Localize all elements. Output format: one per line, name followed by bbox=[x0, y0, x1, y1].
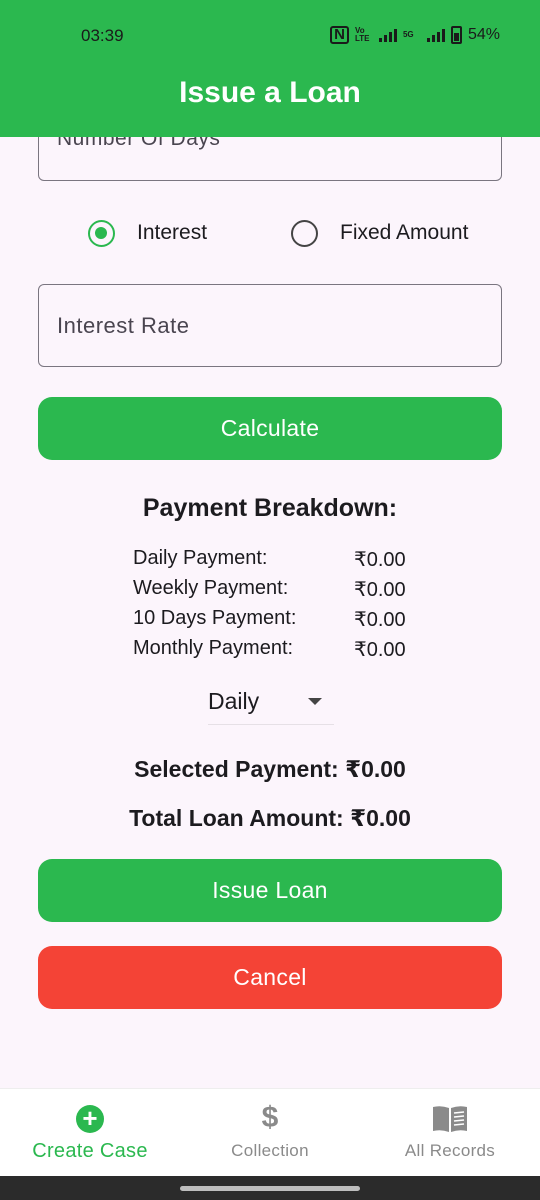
home-indicator[interactable] bbox=[180, 1186, 360, 1191]
nav-label: Create Case bbox=[32, 1140, 148, 1162]
fixed-amount-option[interactable]: Fixed Amount bbox=[291, 217, 468, 249]
battery-percent: 54% bbox=[467, 26, 500, 43]
signal-icon-2 bbox=[426, 28, 445, 42]
nav-all-records[interactable]: All Records bbox=[360, 1089, 540, 1177]
interest-radio[interactable] bbox=[88, 219, 115, 247]
breakdown-row-10days: 10 Days Payment: ₹0.00 bbox=[133, 607, 413, 635]
signal-icon bbox=[378, 28, 397, 42]
interest-option-label: Interest bbox=[137, 221, 208, 244]
payment-breakdown-title: Payment Breakdown: bbox=[142, 494, 398, 522]
bottom-navigation: + Create Case $ Collection All Records bbox=[0, 1088, 540, 1176]
nav-collection[interactable]: $ Collection bbox=[180, 1089, 360, 1177]
chevron-down-icon bbox=[308, 698, 322, 705]
calculate-button[interactable]: Calculate bbox=[38, 397, 502, 460]
volte-icon: Vo LTE bbox=[354, 26, 370, 43]
interest-rate-field[interactable]: Interest Rate bbox=[38, 284, 502, 367]
breakdown-value: ₹0.00 bbox=[354, 609, 406, 631]
nav-label: All Records bbox=[404, 1141, 496, 1160]
breakdown-label: Monthly Payment: bbox=[133, 637, 294, 659]
app-bar: 03:39 N Vo LTE 5G 54% Issue a Loan bbox=[0, 0, 540, 137]
book-icon bbox=[433, 1106, 467, 1132]
cancel-button[interactable]: Cancel bbox=[38, 946, 502, 1009]
breakdown-label: Weekly Payment: bbox=[133, 577, 289, 599]
interest-rate-placeholder: Interest Rate bbox=[57, 313, 190, 338]
network-type-icon: 5G bbox=[402, 30, 414, 39]
breakdown-row-weekly: Weekly Payment: ₹0.00 bbox=[133, 577, 413, 605]
fixed-amount-radio[interactable] bbox=[291, 219, 318, 247]
status-icons: N Vo LTE 5G 54% bbox=[330, 26, 500, 44]
nfc-icon: N bbox=[330, 26, 349, 44]
status-time: 03:39 bbox=[81, 26, 124, 45]
dollar-icon: $ bbox=[261, 1101, 279, 1134]
breakdown-value: ₹0.00 bbox=[354, 639, 406, 661]
page-title: Issue a Loan bbox=[179, 76, 361, 109]
status-bar: 03:39 N Vo LTE 5G 54% bbox=[0, 26, 540, 50]
nav-label: Collection bbox=[231, 1141, 309, 1160]
breakdown-value: ₹0.00 bbox=[354, 579, 406, 601]
add-circle-icon: + bbox=[76, 1105, 104, 1133]
issue-loan-button[interactable]: Issue Loan bbox=[38, 859, 502, 922]
breakdown-row-daily: Daily Payment: ₹0.00 bbox=[133, 547, 413, 575]
breakdown-value: ₹0.00 bbox=[354, 549, 406, 571]
system-nav-bar bbox=[0, 1176, 540, 1200]
fixed-amount-option-label: Fixed Amount bbox=[340, 221, 469, 244]
total-loan-amount-text: Total Loan Amount: ₹0.00 bbox=[129, 805, 411, 831]
payment-frequency-dropdown[interactable]: Daily bbox=[208, 684, 334, 725]
battery-icon bbox=[450, 26, 462, 44]
nav-create-case[interactable]: + Create Case bbox=[0, 1089, 180, 1177]
breakdown-label: Daily Payment: bbox=[133, 547, 268, 569]
selected-payment-text: Selected Payment: ₹0.00 bbox=[134, 756, 406, 782]
interest-option[interactable]: Interest bbox=[88, 217, 207, 249]
dropdown-selected-value: Daily bbox=[208, 688, 260, 714]
breakdown-label: 10 Days Payment: bbox=[133, 607, 297, 629]
breakdown-row-monthly: Monthly Payment: ₹0.00 bbox=[133, 637, 413, 665]
